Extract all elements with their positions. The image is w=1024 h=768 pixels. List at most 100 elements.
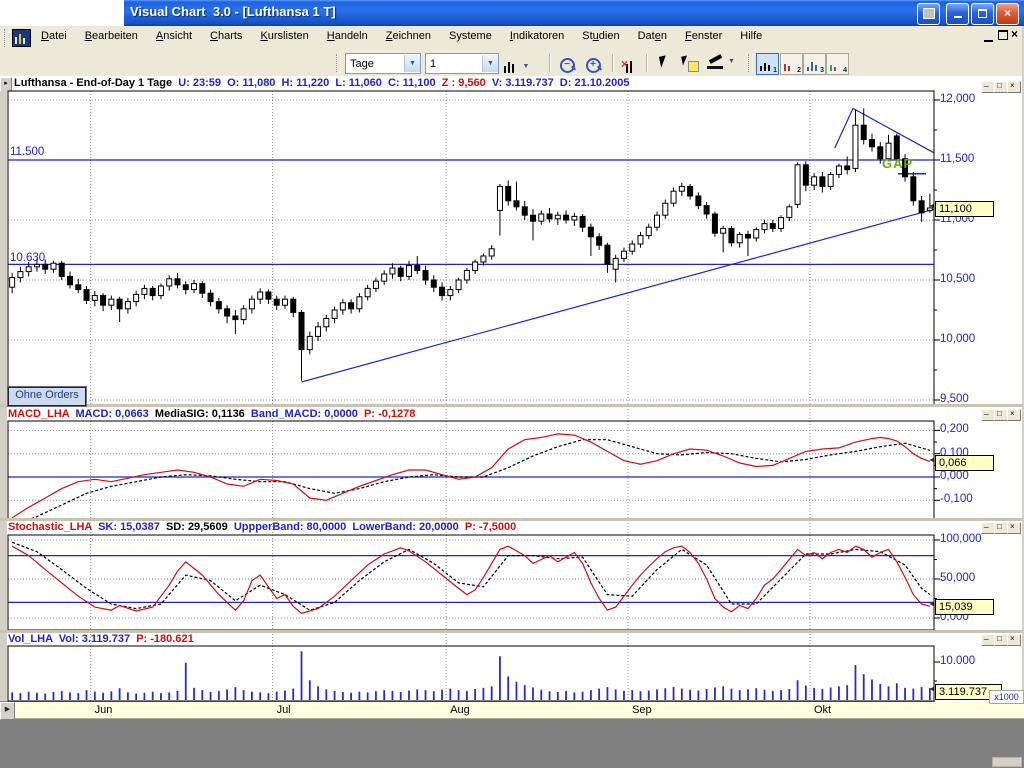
toolbar-grip[interactable] <box>4 29 9 47</box>
chevron-down-icon[interactable]: ▼ <box>522 63 529 70</box>
menu-item-indikatoren[interactable]: Indikatoren <box>501 26 573 46</box>
period-combobox[interactable]: Tage ▼ <box>345 53 421 74</box>
menu-item-fenster[interactable]: Fenster <box>676 26 731 46</box>
menu-item-charts[interactable]: Charts <box>201 26 251 46</box>
text-segment: Vol_LHA <box>8 633 59 645</box>
ohne-orders-button[interactable]: Ohne Orders <box>8 387 86 406</box>
axis-tick-label: 100,000 <box>940 533 982 545</box>
mdi-workspace <box>0 718 1024 768</box>
toolbar: Tage ▼ 1 ▼ ▼ − + × ▼ 1 2 3 4 <box>0 50 1024 77</box>
desktop-icon <box>923 8 935 19</box>
pointer-tool-icon[interactable] <box>652 53 674 73</box>
minimize-panel-icon[interactable]: _ <box>981 81 995 93</box>
restore-icon <box>978 9 987 18</box>
axis-tick-label: -0,100 <box>940 493 973 505</box>
menu-item-studien[interactable]: Studien <box>573 26 628 46</box>
axis-tick-label: 0,000 <box>940 470 969 482</box>
note-tool-icon[interactable] <box>678 53 700 73</box>
macd-value-box: 0,066 <box>935 455 994 471</box>
toolbar-grip-2[interactable] <box>336 54 341 72</box>
crossed-candles-icon[interactable]: × <box>618 53 640 73</box>
menu-item-hilfe[interactable]: Hilfe <box>731 26 771 46</box>
chart-window-icon[interactable] <box>12 29 31 47</box>
text-segment: P: -0,1278 <box>364 408 415 420</box>
menu-bar: DateiBearbeitenAnsichtChartsKurslistenHa… <box>0 26 1024 51</box>
menu-item-datei[interactable]: Datei <box>32 26 76 46</box>
minimize-button[interactable] <box>946 3 969 25</box>
show-desktop-button[interactable] <box>917 3 940 25</box>
close-panel-icon[interactable]: × <box>1007 522 1021 534</box>
restore-button[interactable] <box>971 3 994 25</box>
chevron-down-icon[interactable]: ▼ <box>482 55 498 72</box>
minimize-icon <box>954 4 962 18</box>
text-segment: Z : 9,560 <box>442 77 492 89</box>
chart-layout-2-button[interactable]: 2 <box>780 53 803 75</box>
maximize-panel-icon[interactable]: □ <box>994 634 1008 646</box>
axis-tick-label: 10,500 <box>940 273 975 285</box>
chart-layout-3-button[interactable]: 3 <box>803 53 826 75</box>
close-panel-icon[interactable]: × <box>1007 634 1021 646</box>
close-panel-icon[interactable]: × <box>1007 81 1021 93</box>
resize-grip[interactable] <box>992 757 1022 767</box>
menu-item-ansicht[interactable]: Ansicht <box>147 26 201 46</box>
pen-tool-icon[interactable] <box>706 53 728 73</box>
menu-items: DateiBearbeitenAnsichtChartsKurslistenHa… <box>32 26 771 46</box>
zoom-in-icon[interactable]: + <box>582 53 604 73</box>
resistance-level-label: 11.500 <box>10 146 44 158</box>
month-label-okt: Okt <box>814 704 831 716</box>
menu-item-handeln[interactable]: Handeln <box>318 26 377 46</box>
collapse-arrow-icon[interactable]: ▸ <box>0 77 12 92</box>
panel-splitter[interactable] <box>0 404 1022 407</box>
text-segment: Lufthansa - End-of-Day 1 Tage <box>14 77 178 89</box>
stochastic-panel-header: Stochastic_LHA SK: 15,0387 SD: 29,5609 U… <box>8 521 928 535</box>
close-icon: × <box>1004 6 1011 20</box>
maximize-panel-icon[interactable]: □ <box>994 81 1008 93</box>
maximize-panel-icon[interactable]: □ <box>994 409 1008 421</box>
mdi-restore-icon[interactable] <box>998 30 1008 40</box>
axis-tick-label: 12,000 <box>940 93 975 105</box>
toolbar-grip-3[interactable] <box>748 54 753 72</box>
title-bar[interactable]: Visual Chart 3.0 - [Lufthansa 1 T] × <box>0 0 1024 26</box>
zoom-out-icon[interactable]: − <box>556 53 578 73</box>
separator <box>549 54 551 72</box>
chevron-down-icon[interactable]: ▼ <box>404 55 420 72</box>
chart-info-bar: ▸ Lufthansa - End-of-Day 1 Tage U: 23:59… <box>0 76 1024 91</box>
period-value: Tage <box>346 58 404 70</box>
text-segment: Vol: 3.119.737 <box>59 633 136 645</box>
text-segment: LowerBand: 20,0000 <box>352 521 465 533</box>
close-panel-icon[interactable]: × <box>1007 409 1021 421</box>
chart-layout-1-button[interactable]: 1 <box>756 53 779 75</box>
text-segment: V: 3.119.737 D: 21.10.2005 <box>492 77 630 89</box>
text-segment: UppperBand: 80,0000 <box>234 521 353 533</box>
minimize-panel-icon[interactable]: _ <box>981 409 995 421</box>
chart-layout-4-button[interactable]: 4 <box>826 53 849 75</box>
month-label-jun: Jun <box>95 704 113 716</box>
left-edge <box>0 91 7 701</box>
menu-item-kurslisten[interactable]: Kurslisten <box>251 26 317 46</box>
quote-summary: Lufthansa - End-of-Day 1 Tage U: 23:59 O… <box>14 77 630 89</box>
chart-plot-background[interactable] <box>7 91 935 701</box>
mdi-close-icon[interactable]: × <box>1011 27 1018 41</box>
support-level-label: 10.630 <box>10 252 45 264</box>
menu-item-daten[interactable]: Daten <box>629 26 676 46</box>
menu-item-systeme[interactable]: Systeme <box>440 26 501 46</box>
close-button[interactable]: × <box>996 3 1019 25</box>
maximize-panel-icon[interactable]: □ <box>994 522 1008 534</box>
scroll-right-icon[interactable]: ▶ <box>0 702 15 720</box>
axis-tick-label: 10.000 <box>940 655 975 667</box>
axis-tick-label: 9,500 <box>940 393 969 405</box>
mdi-minimize-icon[interactable] <box>984 32 993 42</box>
menu-item-zeichnen[interactable]: Zeichnen <box>377 26 440 46</box>
text-segment: Stochastic_LHA <box>8 521 98 533</box>
volume-multiplier-label: x1000 <box>989 690 1024 704</box>
minimize-panel-icon[interactable]: _ <box>981 634 995 646</box>
compression-combobox[interactable]: 1 ▼ <box>425 53 499 74</box>
chevron-down-icon[interactable]: ▼ <box>728 58 735 65</box>
minimize-panel-icon[interactable]: _ <box>981 522 995 534</box>
vol-marker-arrow: ◄ <box>928 686 935 693</box>
axis-tick-label: 0,200 <box>940 423 969 435</box>
menu-item-bearbeiten[interactable]: Bearbeiten <box>76 26 147 46</box>
axis-tick-label: 50,000 <box>940 572 975 584</box>
chart-type-button[interactable]: ▼ <box>503 55 529 73</box>
time-axis-bar[interactable]: ▶ JunJulAugSepOkt <box>0 702 1024 719</box>
